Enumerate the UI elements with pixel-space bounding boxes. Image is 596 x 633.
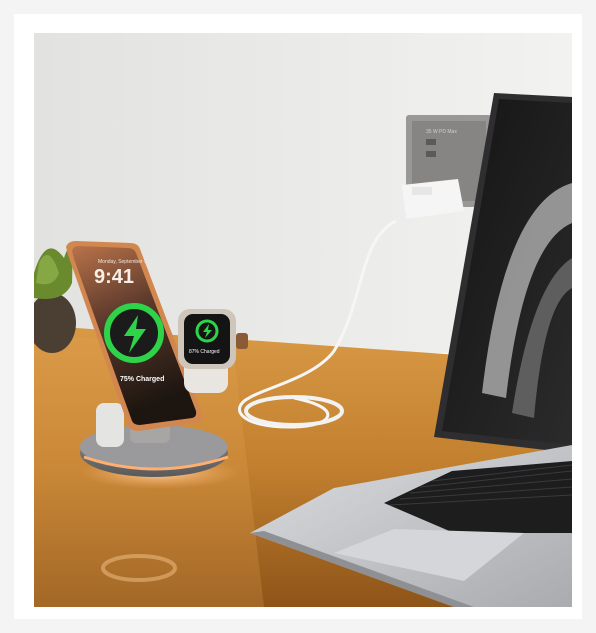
phone-date: Monday, September 9 <box>98 259 147 265</box>
phone-charge-status: 75% Charged <box>120 376 164 383</box>
product-photo: 35 W PD Max Monday, September 9 9:41 75%… <box>34 33 572 607</box>
phone-time: 9:41 <box>94 266 134 288</box>
adapter-label: 35 W PD Max <box>426 129 457 135</box>
watch-charge-status: 87% Charged <box>189 349 220 355</box>
